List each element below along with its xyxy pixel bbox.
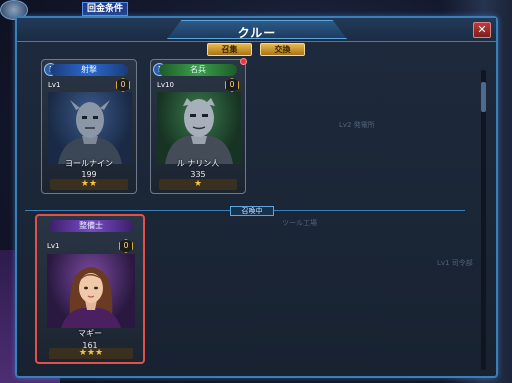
crew-name: マギー [78,329,102,338]
section-label: 召喚中 [230,206,274,216]
window-titlebar: クルー ✕ [17,18,496,42]
tab-bar: 召集 交換 [207,43,305,56]
star-rating: ★★★ [49,348,133,359]
crew-card-selected[interactable]: 整備士 Lv1 0 マギー 161 ★★★ [35,214,145,364]
crew-portrait [47,254,135,328]
scroll-thumb[interactable] [481,82,486,112]
card-level: Lv10 [157,81,174,89]
woman-portrait-icon [61,267,121,328]
card-badge: 0 [116,78,130,92]
background-label-lv2: Lv2 発電所 [339,121,375,129]
star-rating: ★★ [50,179,128,190]
tab-exchange[interactable]: 交換 [260,43,305,56]
tab-recruit[interactable]: 召集 [207,43,252,56]
close-button[interactable]: ✕ [473,22,491,38]
window-title: クルー [237,26,277,40]
background-label-tool: ツール工場 [282,219,317,227]
card-role: 射撃 [50,64,128,76]
alien-portrait-icon [58,100,122,164]
card-role: 名兵 [159,64,237,76]
background-label-lv1: Lv1 司令部 [437,259,473,267]
crew-power: 335 [190,170,206,179]
condition-badge[interactable]: 回金条件 [82,2,129,16]
crew-portrait [157,92,241,164]
notification-dot [240,58,247,65]
title-plate: クルー [167,20,347,39]
card-badge: 0 [225,78,239,92]
card-role: 整備士 [49,220,133,232]
scrollbar[interactable] [481,70,486,370]
crew-name: ヨールナイン [65,159,113,168]
card-level: Lv1 [47,242,60,250]
crew-card[interactable]: i 名兵 Lv10 0 ル ナリン人 335 ★ [150,58,247,194]
crew-power: 199 [81,170,97,179]
card-level: Lv1 [48,81,61,89]
card-badge: 0 [119,239,133,253]
alien-portrait-icon [165,98,233,164]
crew-card[interactable]: i 射撃 Lv1 0 ヨールナイン 199 ★★ [41,59,137,194]
crew-portrait [48,92,132,164]
crew-name: ル ナリン人 [176,159,220,168]
star-rating: ★ [159,179,237,190]
crew-window: クルー ✕ 召集 交換 Lv2 発電所 ツール工場 Lv1 司令部 i 射撃 L… [15,16,498,378]
